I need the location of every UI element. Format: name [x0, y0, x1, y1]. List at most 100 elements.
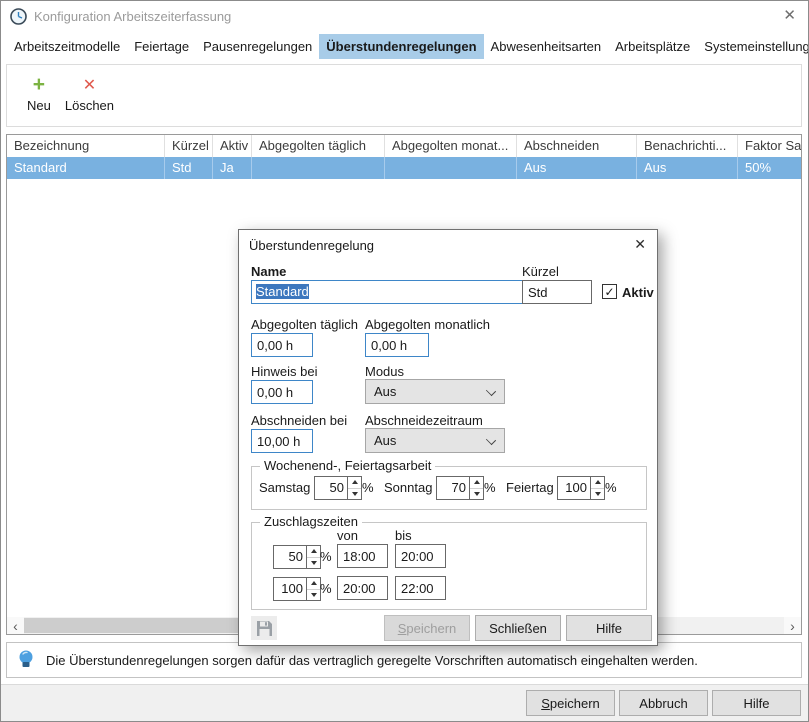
abschneidezeitraum-combobox[interactable]: Aus [365, 428, 505, 453]
modus-combobox[interactable]: Aus [365, 379, 505, 404]
spin-up-icon[interactable] [307, 578, 320, 590]
table-header: Bezeichnung Kürzel Aktiv Abgegolten tägl… [7, 135, 801, 157]
spin-down-icon[interactable] [348, 489, 361, 500]
col-abschneiden[interactable]: Abschneiden [517, 135, 637, 157]
samstag-spinner[interactable]: 50 [314, 476, 362, 500]
abgegolten-taeglich-label: Abgegolten täglich [251, 317, 358, 332]
dialog-speichern-button[interactable]: Speichern [384, 615, 470, 641]
cell-abgegolten-monatlich [385, 157, 517, 179]
aktiv-checkbox[interactable]: ✓ [602, 284, 617, 299]
scroll-left-icon[interactable]: ‹ [7, 617, 24, 634]
speichern-mnemonic: S [541, 696, 550, 711]
name-label: Name [251, 264, 286, 279]
abgegolten-monatlich-label: Abgegolten monatlich [365, 317, 490, 332]
window-title: Konfiguration Arbeitszeiterfassung [34, 9, 231, 24]
spin-down-icon[interactable] [307, 558, 320, 569]
zuschlag-row2-von-input[interactable] [337, 576, 388, 600]
tab-bar: Arbeitszeitmodelle Feiertage Pausenregel… [3, 32, 806, 60]
floppy-disk-icon [256, 620, 273, 637]
spin-up-icon[interactable] [348, 477, 361, 489]
dialog-schliessen-button[interactable]: Schließen [475, 615, 561, 641]
feiertag-spinner[interactable]: 100 [557, 476, 605, 500]
speichern-button[interactable]: Speichern [526, 690, 615, 716]
sonntag-label: Sonntag [384, 480, 432, 495]
info-text: Die Überstundenregelungen sorgen dafür d… [46, 653, 698, 668]
zuschlag-row1-von-input[interactable] [337, 544, 388, 568]
dialog-speichern-label: peichern [406, 621, 456, 636]
zuschlag-row1-percent-value: 50 [274, 546, 306, 568]
zuschlag-row1-bis-input[interactable] [395, 544, 446, 568]
neu-button[interactable]: + Neu [21, 72, 57, 115]
col-abgegolten-taeglich[interactable]: Abgegolten täglich [252, 135, 385, 157]
cell-aktiv: Ja [213, 157, 252, 179]
zuschlag-row2-spinner[interactable]: 100 [273, 577, 321, 601]
cell-abschneiden: Aus [517, 157, 637, 179]
toolbar: + Neu ✕ Löschen [6, 64, 802, 127]
chevron-down-icon [486, 386, 496, 396]
samstag-percent: % [362, 480, 374, 495]
sonntag-percent: % [484, 480, 496, 495]
hinweis-bei-input[interactable] [251, 380, 313, 404]
spin-up-icon[interactable] [591, 477, 604, 489]
spin-down-icon[interactable] [470, 489, 483, 500]
zuschlag-row1-spinner[interactable]: 50 [273, 545, 321, 569]
title-bar: Konfiguration Arbeitszeiterfassung ✕ [1, 1, 808, 31]
spin-up-icon[interactable] [470, 477, 483, 489]
sonntag-value: 70 [437, 477, 469, 499]
cell-faktor-sa: 50% [738, 157, 801, 179]
hilfe-label: Hilfe [743, 696, 769, 711]
table-row[interactable]: Standard Std Ja Aus Aus 50% [7, 157, 801, 179]
abgegolten-taeglich-input[interactable] [251, 333, 313, 357]
tab-ueberstundenregelungen[interactable]: Überstundenregelungen [319, 34, 483, 59]
zuschlag-row2-bis-input[interactable] [395, 576, 446, 600]
abbruch-button[interactable]: Abbruch [619, 690, 708, 716]
zuschlag-row1-percent: % [320, 549, 332, 564]
tab-pausenregelungen[interactable]: Pausenregelungen [196, 34, 319, 59]
tab-abwesenheitsarten[interactable]: Abwesenheitsarten [484, 34, 609, 59]
tab-arbeitszeitmodelle[interactable]: Arbeitszeitmodelle [7, 34, 127, 59]
save-tool-button[interactable] [251, 616, 277, 640]
dialog-hilfe-label: Hilfe [596, 621, 622, 636]
modus-value: Aus [374, 384, 396, 399]
dialog-title: Überstundenregelung [249, 238, 374, 253]
von-header: von [337, 528, 358, 543]
name-input[interactable]: Standard [251, 280, 547, 304]
col-benachrichtigung[interactable]: Benachrichti... [637, 135, 738, 157]
tab-systemeinstellungen[interactable]: Systemeinstellungen [697, 34, 809, 59]
zuschlagszeiten-groupbox: Zuschlagszeiten von bis 50 % 100 % [251, 522, 647, 610]
col-bezeichnung[interactable]: Bezeichnung [7, 135, 165, 157]
window-close-icon[interactable]: ✕ [783, 6, 796, 24]
cell-abgegolten-taeglich [252, 157, 385, 179]
col-aktiv[interactable]: Aktiv [213, 135, 252, 157]
hilfe-button[interactable]: Hilfe [712, 690, 801, 716]
dialog-hilfe-button[interactable]: Hilfe [566, 615, 652, 641]
tab-feiertage[interactable]: Feiertage [127, 34, 196, 59]
col-kuerzel[interactable]: Kürzel [165, 135, 213, 157]
hinweis-bei-label: Hinweis bei [251, 364, 317, 379]
scroll-right-icon[interactable]: › [784, 617, 801, 634]
col-abgegolten-monatlich[interactable]: Abgegolten monat... [385, 135, 517, 157]
loeschen-button[interactable]: ✕ Löschen [59, 72, 120, 115]
spin-down-icon[interactable] [307, 590, 320, 601]
bottom-button-bar: Speichern Abbruch Hilfe [1, 684, 808, 721]
loeschen-button-label: Löschen [65, 98, 114, 113]
check-icon: ✓ [604, 286, 614, 298]
spin-down-icon[interactable] [591, 489, 604, 500]
spin-up-icon[interactable] [307, 546, 320, 558]
dialog-title-bar: Überstundenregelung ✕ [239, 230, 657, 260]
abschneiden-bei-label: Abschneiden bei [251, 413, 347, 428]
zuschlag-row2-percent-value: 100 [274, 578, 306, 600]
abgegolten-monatlich-input[interactable] [365, 333, 429, 357]
abschneidezeitraum-label: Abschneidezeitraum [365, 413, 483, 428]
chevron-down-icon [486, 435, 496, 445]
col-faktor-sa[interactable]: Faktor Sa [738, 135, 801, 157]
cell-bezeichnung: Standard [7, 157, 165, 179]
tab-arbeitsplaetze[interactable]: Arbeitsplätze [608, 34, 697, 59]
cell-kuerzel: Std [165, 157, 213, 179]
neu-button-label: Neu [27, 98, 51, 113]
kuerzel-input[interactable] [522, 280, 592, 304]
abschneiden-bei-input[interactable] [251, 429, 313, 453]
samstag-value: 50 [315, 477, 347, 499]
dialog-close-icon[interactable]: ✕ [634, 236, 646, 253]
sonntag-spinner[interactable]: 70 [436, 476, 484, 500]
